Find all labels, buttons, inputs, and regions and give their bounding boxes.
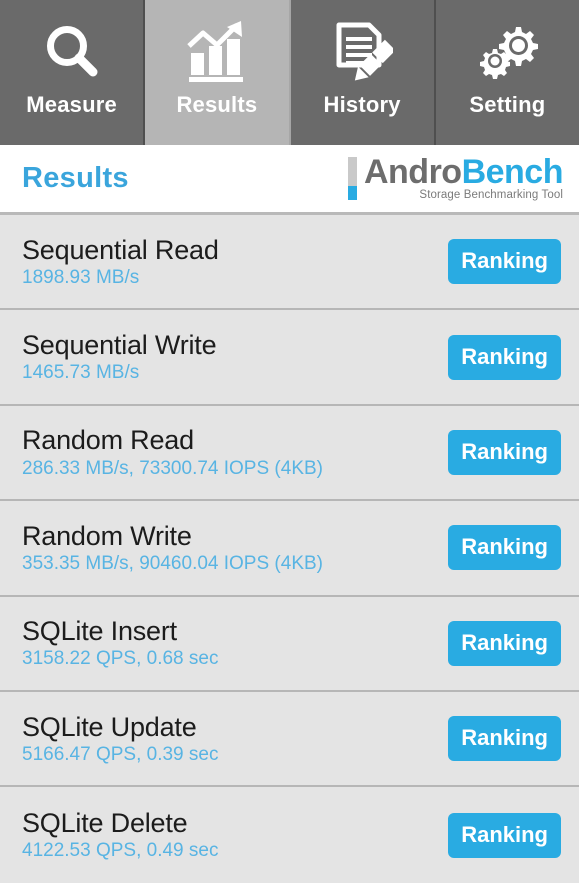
result-name: SQLite Update [22, 711, 197, 742]
ranking-button[interactable]: Ranking [448, 620, 561, 666]
logo-word-bench: Bench [461, 152, 564, 191]
ranking-button[interactable]: Ranking [448, 334, 561, 380]
result-value: 5166.47 QPS, 0.39 sec [22, 743, 219, 765]
logo-bar-icon [347, 156, 357, 200]
table-row[interactable]: Sequential Read 1898.93 MB/s Ranking [0, 215, 579, 311]
result-value: 4122.53 QPS, 0.49 sec [22, 840, 219, 862]
logo-wordmark: AndroBench [363, 152, 564, 191]
table-row[interactable]: Random Write 353.35 MB/s, 90460.04 IOPS … [0, 501, 579, 597]
tab-history-label: History [323, 92, 401, 117]
page-header: Results AndroBench Storage Benchmarking … [0, 145, 579, 215]
result-value: 286.33 MB/s, 73300.74 IOPS (4KB) [22, 457, 324, 479]
table-row[interactable]: Random Read 286.33 MB/s, 73300.74 IOPS (… [0, 405, 579, 502]
logo-subtitle: Storage Benchmarking Tool [419, 189, 563, 202]
tab-measure-label: Measure [26, 92, 117, 117]
result-name: Sequential Read [22, 234, 219, 265]
ranking-button[interactable]: Ranking [448, 429, 561, 475]
gears-icon [475, 18, 539, 86]
tab-history[interactable]: History [290, 0, 436, 145]
document-pencil-icon [331, 18, 394, 86]
result-name: Sequential Write [22, 329, 217, 360]
result-name: SQLite Delete [22, 807, 188, 838]
result-value: 3158.22 QPS, 0.68 sec [22, 648, 219, 670]
ranking-button[interactable]: Ranking [448, 812, 561, 858]
result-name: SQLite Insert [22, 616, 177, 647]
results-list: Sequential Read 1898.93 MB/s Ranking Seq… [0, 215, 579, 883]
result-value: 1898.93 MB/s [22, 266, 140, 288]
ranking-button[interactable]: Ranking [448, 239, 561, 285]
result-name: Random Write [22, 520, 192, 551]
table-row[interactable]: SQLite Insert 3158.22 QPS, 0.68 sec Rank… [0, 596, 579, 692]
result-name: Random Read [22, 425, 194, 456]
result-value: 353.35 MB/s, 90460.04 IOPS (4KB) [22, 553, 324, 575]
tab-setting-label: Setting [469, 92, 546, 117]
ranking-button[interactable]: Ranking [448, 525, 561, 571]
androbench-logo: AndroBench Storage Benchmarking Tool [347, 152, 564, 202]
bar-chart-growth-icon [185, 18, 249, 86]
table-row[interactable]: SQLite Delete 4122.53 QPS, 0.49 sec Rank… [0, 787, 579, 883]
logo-word-andro: Andro [363, 152, 462, 191]
tab-results-label: Results [176, 92, 258, 117]
page-title: Results [22, 162, 129, 194]
tab-results[interactable]: Results [145, 0, 291, 145]
main-tab-bar: Measure Results History Setting [0, 0, 579, 145]
table-row[interactable]: SQLite Update 5166.47 QPS, 0.39 sec Rank… [0, 691, 579, 788]
magnifier-icon [41, 18, 103, 86]
tab-setting[interactable]: Setting [435, 0, 579, 145]
ranking-button[interactable]: Ranking [448, 716, 561, 762]
tab-measure[interactable]: Measure [0, 0, 146, 145]
table-row[interactable]: Sequential Write 1465.73 MB/s Ranking [0, 310, 579, 406]
result-value: 1465.73 MB/s [22, 362, 140, 384]
